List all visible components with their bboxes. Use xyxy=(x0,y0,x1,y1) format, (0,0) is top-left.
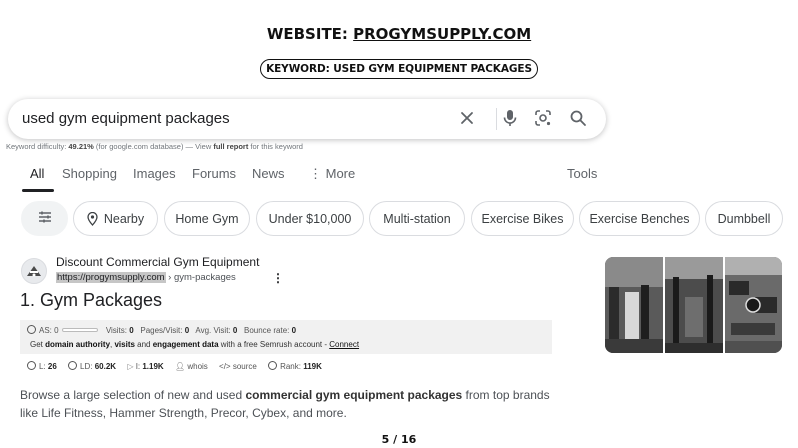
metric-i[interactable]: ▷ I: 1.19K xyxy=(127,362,163,371)
website-heading: WEBSITE: PROGYMSUPPLY.COM xyxy=(0,25,798,43)
search-icon[interactable] xyxy=(567,107,589,129)
pages-label: Pages/Visit: xyxy=(140,326,185,335)
clear-icon[interactable] xyxy=(456,107,478,129)
microphone-icon[interactable] xyxy=(499,107,521,129)
location-pin-icon xyxy=(87,211,98,226)
whois-label: whois xyxy=(187,362,208,371)
connect-link[interactable]: Connect xyxy=(329,340,359,349)
cta-rest: with a free Semrush account - xyxy=(218,340,330,349)
snippet-bold: commercial gym equipment packages xyxy=(245,388,463,402)
ld-value: 60.2K xyxy=(94,362,117,371)
ld-ring-icon xyxy=(68,361,78,370)
chip-nearby-label: Nearby xyxy=(103,211,145,226)
rank-value: 119K xyxy=(303,362,322,371)
cta-domain-authority: domain authority xyxy=(45,340,111,349)
kd-suffix: for this keyword xyxy=(248,142,303,151)
sliders-icon xyxy=(37,210,53,227)
search-divider xyxy=(496,108,497,130)
lens-icon[interactable] xyxy=(532,107,554,129)
metric-source[interactable]: </> source xyxy=(219,362,257,371)
tab-news[interactable]: News xyxy=(252,166,285,181)
code-icon: </> xyxy=(219,362,233,371)
chip-home-gym[interactable]: Home Gym xyxy=(164,201,250,236)
result-site-name[interactable]: Discount Commercial Gym Equipment xyxy=(56,255,259,269)
chip-dumbbell[interactable]: Dumbbell xyxy=(705,201,783,236)
cta-engagement: engagement data xyxy=(152,340,219,349)
metric-rank[interactable]: Rank: 119K xyxy=(268,361,322,371)
page-number: 5 / 16 xyxy=(381,433,417,446)
chip-exercise-benches[interactable]: Exercise Benches xyxy=(579,201,700,236)
result-menu-icon[interactable]: ⋮ xyxy=(272,271,284,285)
snippet-pre: Browse a large selection of new and used xyxy=(20,388,246,402)
tab-more[interactable]: ⋮ More xyxy=(309,166,355,182)
metric-ld[interactable]: LD: 60.2K xyxy=(68,361,117,371)
keyword-badge: KEYWORD: USED GYM EQUIPMENT PACKAGES xyxy=(260,59,538,79)
seo-metrics: L: 26 LD: 60.2K ▷ I: 1.19K 👤︎ whois </> … xyxy=(27,361,331,371)
bounce-value: 0 xyxy=(291,326,297,335)
result-url[interactable]: https://progymsupply.com › gym-packages xyxy=(56,272,236,283)
as-value: 0 xyxy=(54,326,59,335)
filter-settings-chip[interactable] xyxy=(21,201,68,236)
result-title[interactable]: 1. Gym Packages xyxy=(20,290,162,311)
semrush-cta: Get domain authority, visits and engagem… xyxy=(30,340,359,349)
chip-exercise-bikes[interactable]: Exercise Bikes xyxy=(471,201,574,236)
ld-label: LD: xyxy=(80,362,95,371)
keyword-difficulty: Keyword difficulty: 49.21% (for google.c… xyxy=(6,142,303,151)
avg-visit-label: Avg. Visit: xyxy=(195,326,233,335)
cta-and: and xyxy=(134,340,153,349)
website-name: PROGYMSUPPLY.COM xyxy=(353,25,532,43)
tab-more-label: More xyxy=(325,166,356,181)
search-bar[interactable]: used gym equipment packages xyxy=(8,99,606,139)
l-label: L: xyxy=(39,362,48,371)
tab-forums[interactable]: Forums xyxy=(192,166,236,181)
thumbnail-2[interactable] xyxy=(665,257,723,353)
cta-visits: visits xyxy=(114,340,135,349)
as-label: AS: xyxy=(39,326,55,335)
site-favicon[interactable] xyxy=(21,258,47,284)
source-label: source xyxy=(232,362,257,371)
as-bar xyxy=(61,328,98,332)
visits-value: 0 xyxy=(129,326,134,335)
pages-value: 0 xyxy=(184,326,190,335)
search-input[interactable]: used gym equipment packages xyxy=(22,110,230,127)
semrush-stats: AS: 0 Visits: 0 Pages/Visit: 0 Avg. Visi… xyxy=(27,325,296,335)
bing-icon: ▷ xyxy=(127,362,136,371)
rank-ring-icon xyxy=(268,361,278,370)
i-value: 1.19K xyxy=(142,362,164,371)
thumbnail-1[interactable] xyxy=(605,257,663,353)
cta-get: Get xyxy=(30,340,46,349)
kd-value: 49.21% xyxy=(68,142,94,151)
l-value: 26 xyxy=(47,362,57,371)
tab-images[interactable]: Images xyxy=(133,166,176,181)
gym-logo-icon xyxy=(27,266,41,277)
more-dots-icon: ⋮ xyxy=(309,166,326,181)
kd-middle: (for google.com database) — View xyxy=(93,142,214,151)
active-tab-indicator xyxy=(22,189,54,192)
metric-whois[interactable]: 👤︎ whois xyxy=(175,362,208,371)
avg-visit-value: 0 xyxy=(232,326,238,335)
kd-report-link[interactable]: full report xyxy=(213,142,248,151)
tab-all[interactable]: All xyxy=(30,166,44,181)
l-ring-icon xyxy=(27,361,36,370)
chip-nearby[interactable]: Nearby xyxy=(73,201,158,236)
chip-under-10000[interactable]: Under $10,000 xyxy=(256,201,364,236)
kd-prefix: Keyword difficulty: xyxy=(6,142,69,151)
thumbnail-3[interactable] xyxy=(725,257,782,353)
rank-label: Rank: xyxy=(280,362,304,371)
website-prefix: WEBSITE: xyxy=(266,25,354,43)
person-icon: 👤︎ xyxy=(174,362,188,371)
result-url-host: https://progymsupply.com xyxy=(56,272,166,283)
tab-shopping[interactable]: Shopping xyxy=(62,166,117,181)
chip-multi-station[interactable]: Multi-station xyxy=(369,201,465,236)
result-snippet: Browse a large selection of new and used… xyxy=(20,386,565,422)
result-thumbnails[interactable] xyxy=(605,257,782,353)
visits-label: Visits: xyxy=(105,326,130,335)
metric-l[interactable]: L: 26 xyxy=(27,361,57,371)
as-ring-icon xyxy=(27,325,36,334)
tools-button[interactable]: Tools xyxy=(567,166,597,181)
result-url-path: › gym-packages xyxy=(165,272,236,283)
bounce-label: Bounce rate: xyxy=(244,326,292,335)
